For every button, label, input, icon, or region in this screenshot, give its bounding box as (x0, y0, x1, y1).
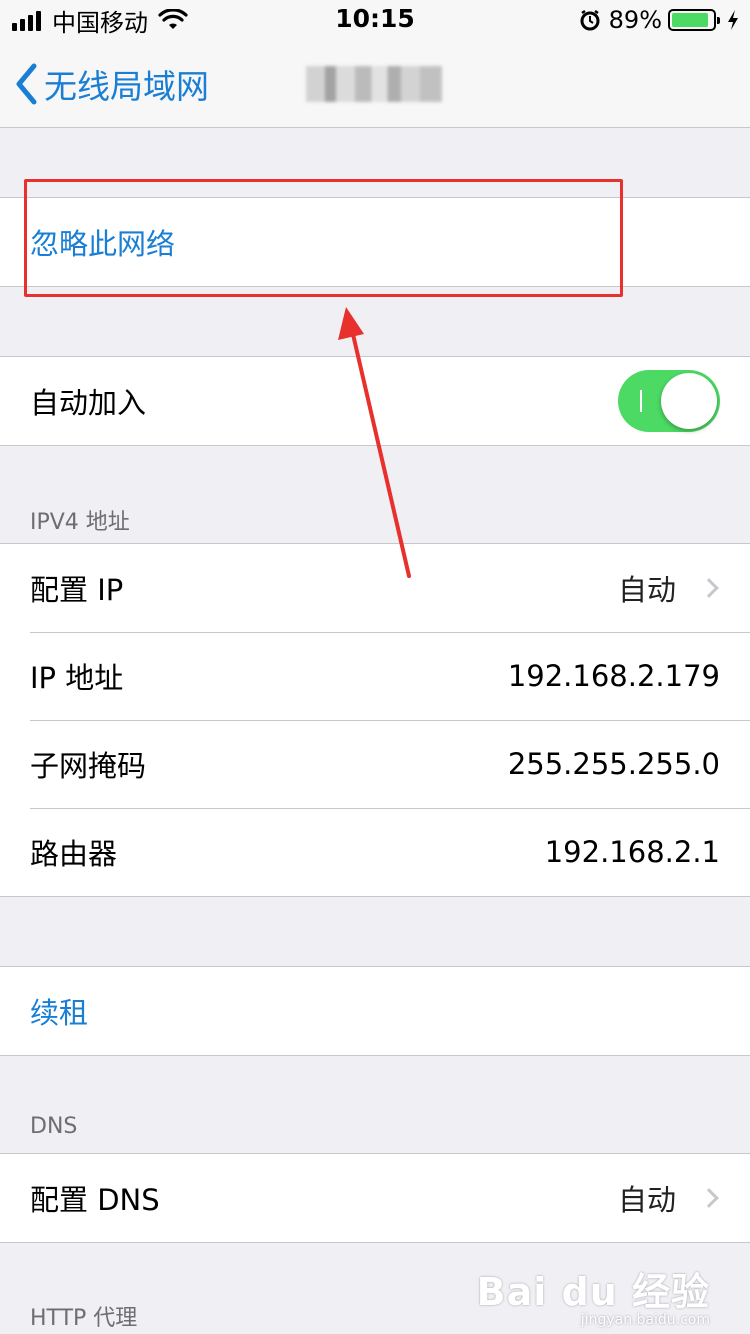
subnet-mask-row: 子网掩码 255.255.255.0 (0, 720, 750, 808)
network-name-redacted (306, 66, 442, 102)
baidu-jingyan-watermark: Bai du 经验 jingyan.baidu.com (477, 1261, 710, 1328)
charging-bolt-icon (728, 10, 738, 30)
navigation-bar: 无线局域网 (0, 40, 750, 128)
chevron-right-icon (699, 1188, 719, 1208)
battery-icon (668, 9, 720, 31)
forget-network-button[interactable]: 忽略此网络 (0, 198, 750, 286)
configure-dns-row[interactable]: 配置 DNS 自动 (0, 1154, 750, 1242)
battery-percent: 89% (608, 6, 662, 34)
ip-address-row: IP 地址 192.168.2.179 (0, 632, 750, 720)
auto-join-group: 自动加入 (0, 356, 750, 446)
renew-lease-group: 续租 (0, 966, 750, 1056)
subnet-mask-label: 子网掩码 (30, 749, 147, 783)
status-bar: 中国移动 10:15 89% (0, 0, 750, 40)
configure-ip-label: 配置 IP (30, 573, 124, 607)
configure-ip-row[interactable]: 配置 IP 自动 (0, 544, 750, 632)
forget-network-group: 忽略此网络 (0, 197, 750, 287)
auto-join-toggle[interactable] (618, 370, 720, 432)
router-value: 192.168.2.1 (544, 835, 720, 869)
chevron-right-icon (699, 578, 719, 598)
ip-address-value: 192.168.2.179 (507, 659, 720, 693)
alarm-icon (580, 9, 600, 31)
back-button[interactable]: 无线局域网 (14, 60, 209, 108)
router-row: 路由器 192.168.2.1 (0, 808, 750, 896)
renew-lease-button[interactable]: 续租 (0, 967, 750, 1055)
ipv4-section-header: IPV4 地址 (30, 510, 130, 535)
configure-dns-label: 配置 DNS (30, 1183, 160, 1217)
configure-ip-value: 自动 (617, 573, 676, 607)
subnet-mask-value: 255.255.255.0 (507, 747, 720, 781)
auto-join-label: 自动加入 (30, 386, 147, 420)
http-proxy-section-header: HTTP 代理 (30, 1306, 138, 1331)
ip-address-label: IP 地址 (30, 661, 124, 695)
toggle-knob (661, 373, 717, 429)
back-label: 无线局域网 (44, 67, 209, 106)
ipv4-group: 配置 IP 自动 IP 地址 192.168.2.179 子网掩码 255.25… (0, 543, 750, 897)
router-label: 路由器 (30, 837, 118, 871)
dns-section-header: DNS (30, 1114, 78, 1139)
dns-group: 配置 DNS 自动 (0, 1153, 750, 1243)
forget-network-label: 忽略此网络 (30, 227, 176, 261)
renew-lease-label: 续租 (30, 996, 89, 1030)
chevron-left-icon (16, 63, 37, 105)
configure-dns-value: 自动 (617, 1183, 676, 1217)
watermark-main: Bai du 经验 (476, 1270, 710, 1314)
auto-join-row: 自动加入 (0, 357, 750, 445)
